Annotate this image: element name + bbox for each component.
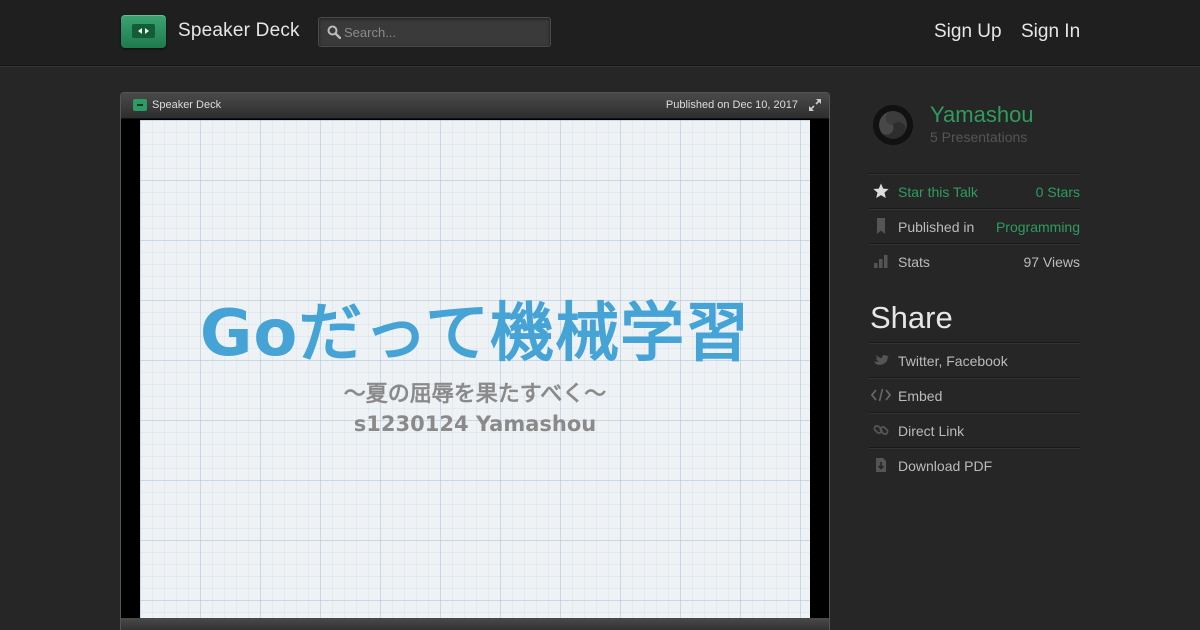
- category-link[interactable]: Programming: [996, 219, 1080, 235]
- embed-link[interactable]: Embed: [898, 388, 942, 404]
- player-top-bar: Speaker Deck Published on Dec 10, 2017: [121, 93, 829, 119]
- search-icon: [327, 25, 341, 39]
- star-row[interactable]: Star this Talk 0 Stars: [869, 173, 1080, 208]
- published-date: Published on Dec 10, 2017: [665, 99, 798, 111]
- player-controls[interactable]: [121, 618, 829, 630]
- sign-up-link[interactable]: Sign Up: [934, 21, 1002, 43]
- slide-subtitle: 〜夏の屈辱を果たすべく〜: [343, 381, 607, 407]
- star-talk-button[interactable]: Star this Talk: [898, 184, 978, 200]
- expand-icon[interactable]: [809, 99, 821, 111]
- top-header: Speaker Deck Sign Up Sign In: [0, 0, 1200, 66]
- logo-icon[interactable]: [121, 15, 166, 48]
- author-name[interactable]: Yamashou: [930, 102, 1034, 128]
- share-social-link[interactable]: Twitter, Facebook: [898, 353, 1008, 369]
- presentation-count[interactable]: 5 Presentations: [930, 129, 1027, 145]
- stats-row: Stats 97 Views: [869, 243, 1080, 278]
- direct-link-row[interactable]: Direct Link: [869, 412, 1080, 447]
- stats-label: Stats: [898, 254, 930, 270]
- published-in-label: Published in: [898, 219, 975, 235]
- slide-title: Goだって機械学習: [199, 297, 751, 371]
- share-heading: Share: [870, 300, 953, 335]
- views-count: 97 Views: [1023, 254, 1080, 270]
- bar-chart-icon: [874, 255, 888, 268]
- bookmark-icon: [877, 218, 885, 234]
- link-icon: [873, 425, 889, 435]
- talk-meta-list: Star this Talk 0 Stars Published in Prog…: [869, 173, 1080, 278]
- player-logo-icon: [133, 99, 147, 111]
- embed-row[interactable]: Embed: [869, 377, 1080, 412]
- share-social-row[interactable]: Twitter, Facebook: [869, 342, 1080, 377]
- direct-link[interactable]: Direct Link: [898, 423, 964, 439]
- download-icon: [876, 458, 886, 472]
- download-pdf-link[interactable]: Download PDF: [898, 458, 992, 474]
- search-box[interactable]: [318, 17, 551, 47]
- star-icon: [873, 183, 889, 198]
- search-input[interactable]: [344, 22, 544, 42]
- player-brand[interactable]: Speaker Deck: [152, 99, 221, 111]
- brand-name[interactable]: Speaker Deck: [178, 20, 300, 42]
- slide-author: s1230124 Yamashou: [353, 412, 597, 436]
- star-count[interactable]: 0 Stars: [1036, 184, 1080, 200]
- download-pdf-row[interactable]: Download PDF: [869, 447, 1080, 482]
- code-icon: [871, 388, 891, 402]
- bird-icon: [874, 354, 889, 365]
- slide-player[interactable]: Speaker Deck Published on Dec 10, 2017 G…: [120, 92, 830, 630]
- published-in-row: Published in Programming: [869, 208, 1080, 243]
- sign-in-link[interactable]: Sign In: [1021, 21, 1080, 43]
- slide-image[interactable]: Goだって機械学習 〜夏の屈辱を果たすべく〜 s1230124 Yamashou: [140, 120, 810, 618]
- avatar[interactable]: [873, 105, 913, 145]
- share-list: Twitter, Facebook Embed Direct Link Down…: [869, 342, 1080, 482]
